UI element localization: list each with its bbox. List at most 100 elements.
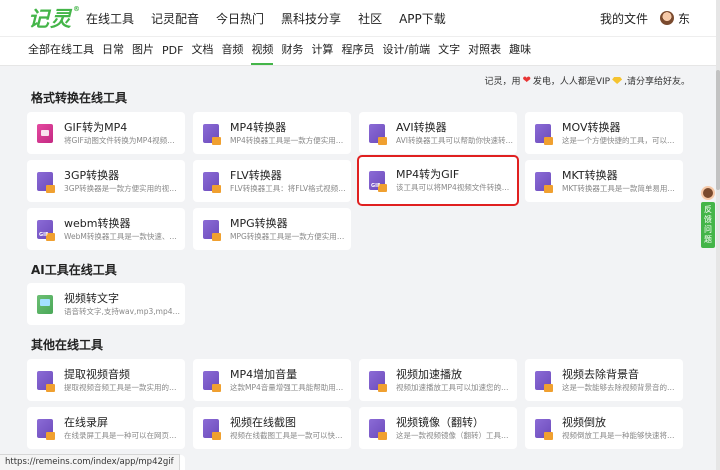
nav-tech-share[interactable]: 黑科技分享 [281, 10, 341, 27]
nav-online-tools[interactable]: 在线工具 [86, 10, 134, 27]
main-nav: 在线工具 记灵配音 今日热门 黑科技分享 社区 APP下载 [86, 10, 463, 27]
top-navbar: 记灵 ® 在线工具 记灵配音 今日热门 黑科技分享 社区 APP下载 我的文件 东 [0, 0, 720, 36]
tool-card-video-speed[interactable]: 视频加速播放 视频加速播放工具可以加速您的视频... [359, 359, 517, 401]
tool-desc: 视频加速播放工具可以加速您的视频... [396, 382, 514, 392]
category-design[interactable]: 设计/前端 [382, 41, 430, 65]
category-daily[interactable]: 日常 [102, 41, 124, 65]
tool-name: MP4增加音量 [230, 367, 298, 381]
extract-audio-icon [37, 370, 55, 392]
category-finance[interactable]: 财务 [281, 41, 303, 65]
section-title-other: 其他在线工具 [31, 338, 104, 352]
mov-converter-icon [535, 123, 553, 145]
tool-desc: 这是一款能够去除视频背景音的工具。 [562, 382, 680, 392]
tool-name: GIF转为MP4 [64, 120, 128, 134]
video-mirror-icon [369, 418, 387, 440]
category-bar: 全部在线工具 日常 图片 PDF 文档 音频 视频 财务 计算 程序员 设计/前… [0, 36, 720, 66]
tool-desc: 这是一款视频镜像（翻转）工具，可... [396, 430, 514, 440]
vip-diamond-icon [612, 77, 623, 84]
category-image[interactable]: 图片 [132, 41, 154, 65]
feedback-button[interactable]: 反馈问题 [700, 186, 716, 248]
tool-desc: 这款MP4音量增强工具能帮助用户快... [230, 382, 348, 392]
nav-community[interactable]: 社区 [358, 10, 382, 27]
tool-desc: MPG转换器工具是一款方便实用的工... [230, 231, 348, 241]
tool-card-mkt-converter[interactable]: MKT转换器 MKT转换器工具是一款简单易用的实... [525, 160, 683, 202]
tool-desc: 视频在线截图工具是一款可以快速提... [230, 430, 348, 440]
tool-name: 提取视频音频 [64, 367, 130, 381]
category-programmer[interactable]: 程序员 [341, 41, 374, 65]
tool-name: AVI转换器 [396, 120, 447, 134]
category-fun[interactable]: 趣味 [509, 41, 531, 65]
mp4-to-gif-icon [369, 171, 387, 192]
video-speed-icon [369, 370, 387, 392]
gif-to-mp4-icon [37, 123, 53, 143]
tool-name: FLV转换器 [230, 168, 282, 182]
feedback-avatar-icon [701, 186, 715, 200]
tool-card-avi-converter[interactable]: AVI转换器 AVI转换器工具可以帮助你快速转换... [359, 112, 517, 154]
avatar [659, 11, 674, 25]
tool-name: MOV转换器 [562, 120, 621, 134]
tool-card-webm-converter[interactable]: webm转换器WebM转换器工具是一款快速、简便... [27, 208, 185, 250]
screen-record-icon [37, 418, 55, 440]
tool-name: webm转换器 [64, 216, 131, 230]
user-menu[interactable]: 东 [659, 10, 690, 27]
category-text[interactable]: 文字 [438, 41, 460, 65]
tool-card-remove-bg-audio[interactable]: 视频去除背景音 这是一款能够去除视频背景音的工具。 [525, 359, 683, 401]
video-to-text-icon [37, 294, 53, 314]
tool-card-mp4-volume[interactable]: MP4增加音量 这款MP4音量增强工具能帮助用户快... [193, 359, 351, 401]
section-title-ai: AI工具在线工具 [31, 263, 117, 277]
tool-card-gif-to-mp4[interactable]: GIF转为MP4 将GIF动图文件转换为MP4视频文件... [27, 112, 185, 154]
tool-name: 视频在线截图 [230, 415, 296, 429]
mp4-volume-icon [203, 370, 221, 392]
tool-card-3gp-converter[interactable]: 3GP转换器 3GP转换器是一款方便实用的视频格... [27, 160, 185, 202]
category-calculate[interactable]: 计算 [311, 41, 333, 65]
tool-card-mov-converter[interactable]: MOV转换器 这是一个方便快捷的工具，可以将各... [525, 112, 683, 154]
tool-name: 视频去除背景音 [562, 367, 639, 381]
tool-card-flv-converter[interactable]: FLV转换器 FLV转换器工具：将FLV格式视频转换... [193, 160, 351, 202]
nav-trending[interactable]: 今日热门 [216, 10, 264, 27]
nav-dubbing[interactable]: 记灵配音 [151, 10, 199, 27]
tool-desc: 将GIF动图文件转换为MP4视频文件... [64, 135, 182, 145]
category-reference[interactable]: 对照表 [468, 41, 501, 65]
user-area: 我的文件 东 [600, 0, 690, 36]
tool-desc: 3GP转换器是一款方便实用的视频格... [64, 183, 182, 193]
tool-card-video-to-text[interactable]: 视频转文字语音转文字,支持wav,mp3,mp4,mov... [27, 283, 185, 325]
logo-registered-mark: ® [73, 5, 81, 13]
status-url: https://remeins.com/index/app/mp42gif [0, 454, 180, 470]
tool-card-mp4-to-gif[interactable]: MP4转为GIF 该工具可以将MP4视频文件转换为GI... [359, 157, 517, 204]
notice-banner: 记灵，用 ❤ 发电，人人都是VIP ,请分享给好友。 [484, 74, 690, 87]
tool-card-mp4-converter[interactable]: MP4转换器 MP4转换器工具是一款方便实用的工... [193, 112, 351, 154]
tool-desc: 在线录屏工具是一种可以在网页上进... [64, 430, 182, 440]
tool-name: MPG转换器 [230, 216, 288, 230]
tool-desc: 这是一个方便快捷的工具，可以将各... [562, 135, 680, 145]
tool-name: MKT转换器 [562, 168, 618, 182]
tool-card-video-mirror[interactable]: 视频镜像（翻转） 这是一款视频镜像（翻转）工具，可... [359, 407, 517, 449]
tool-desc: 语音转文字,支持wav,mp3,mp4,mov... [64, 306, 182, 316]
tool-desc: AVI转换器工具可以帮助你快速转换... [396, 135, 514, 145]
tool-desc: MP4转换器工具是一款方便实用的工... [230, 135, 348, 145]
mkt-converter-icon [535, 171, 553, 193]
tool-name: 3GP转换器 [64, 168, 120, 182]
category-video[interactable]: 视频 [251, 41, 274, 65]
tool-desc: FLV转换器工具：将FLV格式视频转换... [230, 183, 348, 193]
tool-card-extract-audio[interactable]: 提取视频音频 提取视频音频工具是一款实用的软件... [27, 359, 185, 401]
tool-desc: MKT转换器工具是一款简单易用的实... [562, 183, 680, 193]
scrollbar-thumb[interactable] [716, 70, 720, 190]
scrollbar[interactable] [716, 0, 720, 470]
tool-card-screen-record[interactable]: 在线录屏 在线录屏工具是一种可以在网页上进... [27, 407, 185, 449]
avi-converter-icon [369, 123, 387, 145]
tool-name: 视频倒放 [562, 415, 606, 429]
my-files-link[interactable]: 我的文件 [600, 10, 648, 27]
logo[interactable]: 记灵 ® [28, 3, 86, 33]
tool-desc: WebM转换器工具是一款快速、简便... [64, 231, 182, 241]
tool-name: MP4转为GIF [396, 168, 460, 181]
tool-card-video-screenshot[interactable]: 视频在线截图 视频在线截图工具是一款可以快速提... [193, 407, 351, 449]
nav-app-download[interactable]: APP下载 [399, 10, 446, 27]
video-reverse-icon [535, 418, 553, 440]
category-document[interactable]: 文档 [191, 41, 213, 65]
category-audio[interactable]: 音频 [221, 41, 243, 65]
category-all[interactable]: 全部在线工具 [28, 41, 94, 65]
tool-card-video-reverse[interactable]: 视频倒放 视频倒放工具是一种能够快速将视频... [525, 407, 683, 449]
category-pdf[interactable]: PDF [162, 44, 183, 65]
tool-card-mpg-converter[interactable]: MPG转换器 MPG转换器工具是一款方便实用的工... [193, 208, 351, 250]
tool-desc: 提取视频音频工具是一款实用的软件... [64, 382, 182, 392]
